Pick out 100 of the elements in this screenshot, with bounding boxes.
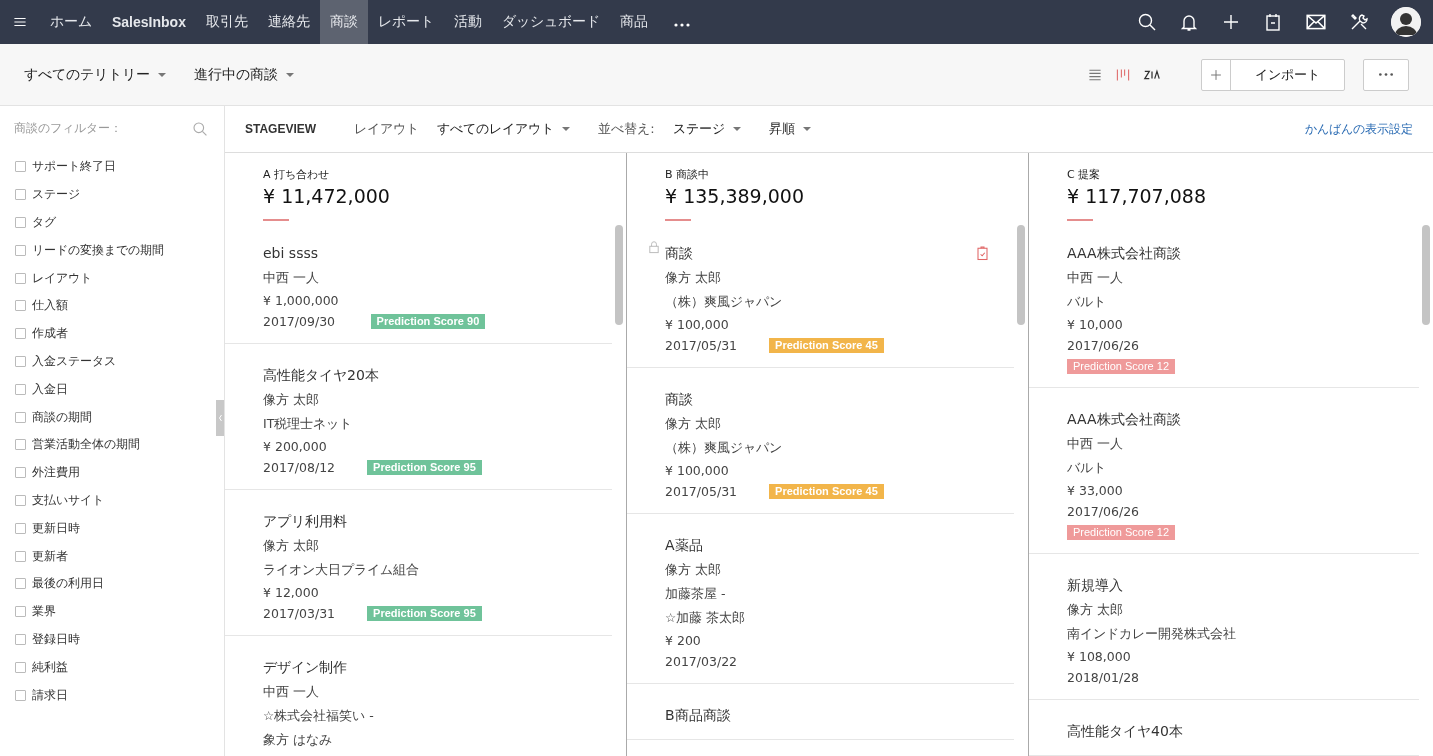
- checkbox[interactable]: [15, 161, 26, 173]
- add-icon[interactable]: [1221, 12, 1241, 32]
- deal-card[interactable]: 商談 像方 太郎 （株）爽風ジャパン ¥ 100,000 2017/05/31 Prediction Score 45: [627, 368, 1014, 514]
- nav-tab[interactable]: 商談: [319, 0, 368, 44]
- nav-tab[interactable]: 活動: [443, 0, 492, 44]
- deal-amount: ¥ 33,000: [1067, 482, 1123, 500]
- import-button[interactable]: インポート: [1201, 58, 1345, 91]
- deal-card[interactable]: AAA株式会社商談 中西 一人 バルト ¥ 33,000 2017/06/26 Prediction Score 12: [1029, 388, 1419, 554]
- deal-date: 2017/08/12: [263, 459, 336, 477]
- deal-detail: 像方 太郎: [665, 415, 722, 433]
- deal-date: 2017/06/26: [1067, 503, 1140, 521]
- scrollbar[interactable]: [1017, 225, 1025, 325]
- filter-label[interactable]: 登録日時: [32, 630, 80, 648]
- sort-dropdown[interactable]: ステージ: [672, 120, 741, 138]
- view-name: STAGEVIEW: [245, 122, 317, 136]
- filter-label[interactable]: 請求日: [32, 686, 68, 704]
- kanban-view-icon[interactable]: [1115, 66, 1131, 83]
- filter-label[interactable]: 最後の利用日: [32, 575, 104, 593]
- checkbox[interactable]: [15, 550, 26, 562]
- filter-label[interactable]: 支払いサイト: [32, 491, 104, 509]
- checkbox[interactable]: [15, 439, 26, 451]
- more-button[interactable]: [1363, 58, 1409, 91]
- search-icon[interactable]: [1137, 12, 1157, 32]
- kanban-settings-link[interactable]: かんばんの表示設定: [1305, 120, 1413, 138]
- avatar[interactable]: [1391, 7, 1421, 37]
- filter-label[interactable]: 外注費用: [32, 464, 80, 482]
- filter-label[interactable]: 仕入額: [32, 297, 68, 315]
- filter-label[interactable]: サポート終了日: [32, 158, 116, 176]
- filter-label[interactable]: 入金ステータス: [32, 352, 116, 370]
- calendar-icon[interactable]: [1263, 12, 1283, 32]
- filter-label[interactable]: 入金日: [32, 380, 68, 398]
- checkbox[interactable]: [15, 522, 26, 534]
- prediction-score-badge: Prediction Score 90: [370, 314, 486, 329]
- filter-label[interactable]: 業界: [32, 603, 56, 621]
- deal-title: デザイン制作: [263, 658, 348, 677]
- view-dropdown[interactable]: 進行中の商談: [194, 65, 294, 84]
- order-dropdown[interactable]: 昇順: [768, 120, 811, 138]
- deal-card[interactable]: B商品商談: [627, 684, 1014, 740]
- deal-title: 高性能タイヤ40本: [1067, 722, 1184, 741]
- filter-label[interactable]: リードの変換までの期間: [32, 241, 164, 259]
- filter-label[interactable]: 営業活動全体の期間: [32, 436, 140, 454]
- deal-card[interactable]: AAA株式会社商談 中西 一人 バルト ¥ 10,000 2017/06/26 Prediction Score 12: [1029, 222, 1419, 388]
- checkbox[interactable]: [15, 661, 26, 673]
- deal-amount: ¥ 10,000: [1067, 316, 1123, 334]
- scrollbar[interactable]: [1422, 225, 1430, 325]
- deal-card[interactable]: 高性能タイヤ20本 像方 太郎 IT税理士ネット ¥ 200,000 2017/08/12 Prediction Score 95: [225, 344, 612, 490]
- clipboard-check-icon[interactable]: [975, 246, 990, 261]
- nav-tab[interactable]: レポート: [367, 0, 444, 44]
- menu-icon[interactable]: [13, 15, 27, 29]
- filter-label[interactable]: ステージ: [32, 186, 80, 204]
- scrollbar[interactable]: [615, 225, 623, 325]
- checkbox[interactable]: [15, 689, 26, 701]
- checkbox[interactable]: [15, 244, 26, 256]
- filter-label[interactable]: 作成者: [32, 325, 68, 343]
- deal-date: 2017/09/30: [263, 313, 336, 331]
- deal-card[interactable]: 高性能タイヤ40本: [1029, 700, 1419, 756]
- deal-card[interactable]: 商談 像方 太郎 （株）爽風ジャパン ¥ 100,000 2017/05/31 Prediction Score 45: [627, 222, 1014, 368]
- checkbox[interactable]: [15, 328, 26, 340]
- nav-tab[interactable]: ダッシュボード: [491, 0, 610, 44]
- nav-tab[interactable]: 取引先: [195, 0, 258, 44]
- filter-label[interactable]: レイアウト: [32, 269, 92, 287]
- checkbox[interactable]: [15, 494, 26, 506]
- deal-card[interactable]: デザイン制作 中西 一人 ☆株式会社福笑い - 象方 はなみ: [225, 636, 612, 756]
- deal-card[interactable]: ebi ssss 中西 一人 ¥ 1,000,000 2017/09/30 Prediction Score 90: [225, 222, 612, 344]
- nav-tab[interactable]: SalesInbox: [102, 0, 196, 44]
- checkbox[interactable]: [15, 633, 26, 645]
- checkbox[interactable]: [15, 217, 26, 228]
- checkbox[interactable]: [15, 383, 26, 395]
- checkbox[interactable]: [15, 189, 26, 201]
- checkbox[interactable]: [15, 355, 26, 367]
- filter-label[interactable]: 更新者: [32, 547, 68, 565]
- territory-dropdown[interactable]: すべてのテリトリー: [24, 65, 166, 84]
- bell-icon[interactable]: [1179, 12, 1199, 32]
- deal-amount: ¥ 1,000,000: [263, 292, 339, 310]
- checkbox[interactable]: [15, 467, 26, 479]
- deal-detail: 加藤茶屋 -: [665, 585, 727, 603]
- prediction-score-badge: Prediction Score 45: [769, 484, 884, 499]
- settings-icon[interactable]: [1349, 12, 1369, 32]
- filter-label[interactable]: 純利益: [32, 658, 68, 676]
- stage-total: ¥ 135,389,000: [665, 184, 805, 209]
- layout-dropdown[interactable]: すべてのレイアウト: [437, 120, 571, 138]
- checkbox[interactable]: [15, 272, 26, 284]
- deal-title: ebi ssss: [263, 244, 319, 263]
- checkbox[interactable]: [15, 300, 26, 312]
- filter-label[interactable]: タグ: [32, 214, 56, 231]
- deal-date: 2017/03/31: [263, 605, 336, 623]
- nav-tab[interactable]: ホーム: [40, 0, 102, 44]
- more-icon[interactable]: [673, 23, 690, 27]
- deal-card[interactable]: アプリ利用料 像方 太郎 ライオン大日プライム組合 ¥ 12,000 2017/03/31 Prediction Score 95: [225, 490, 612, 636]
- layout-label: レイアウト: [354, 120, 420, 138]
- checkbox[interactable]: [15, 606, 26, 618]
- filter-label[interactable]: 更新日時: [32, 519, 80, 537]
- nav-tab[interactable]: 商品: [609, 0, 658, 44]
- nav-tab[interactable]: 連絡先: [257, 0, 320, 44]
- filter-label[interactable]: 商談の期間: [32, 408, 92, 426]
- deal-card[interactable]: 新規導入 像方 太郎 南インドカレー開発株式会社 ¥ 108,000 2018/01/28: [1029, 554, 1419, 700]
- checkbox[interactable]: [15, 411, 26, 423]
- lock-icon: [647, 240, 661, 254]
- deal-card[interactable]: A薬品 像方 太郎 加藤茶屋 - ☆加藤 茶太郎 ¥ 200 2017/03/22: [627, 514, 1014, 684]
- checkbox[interactable]: [15, 578, 26, 590]
